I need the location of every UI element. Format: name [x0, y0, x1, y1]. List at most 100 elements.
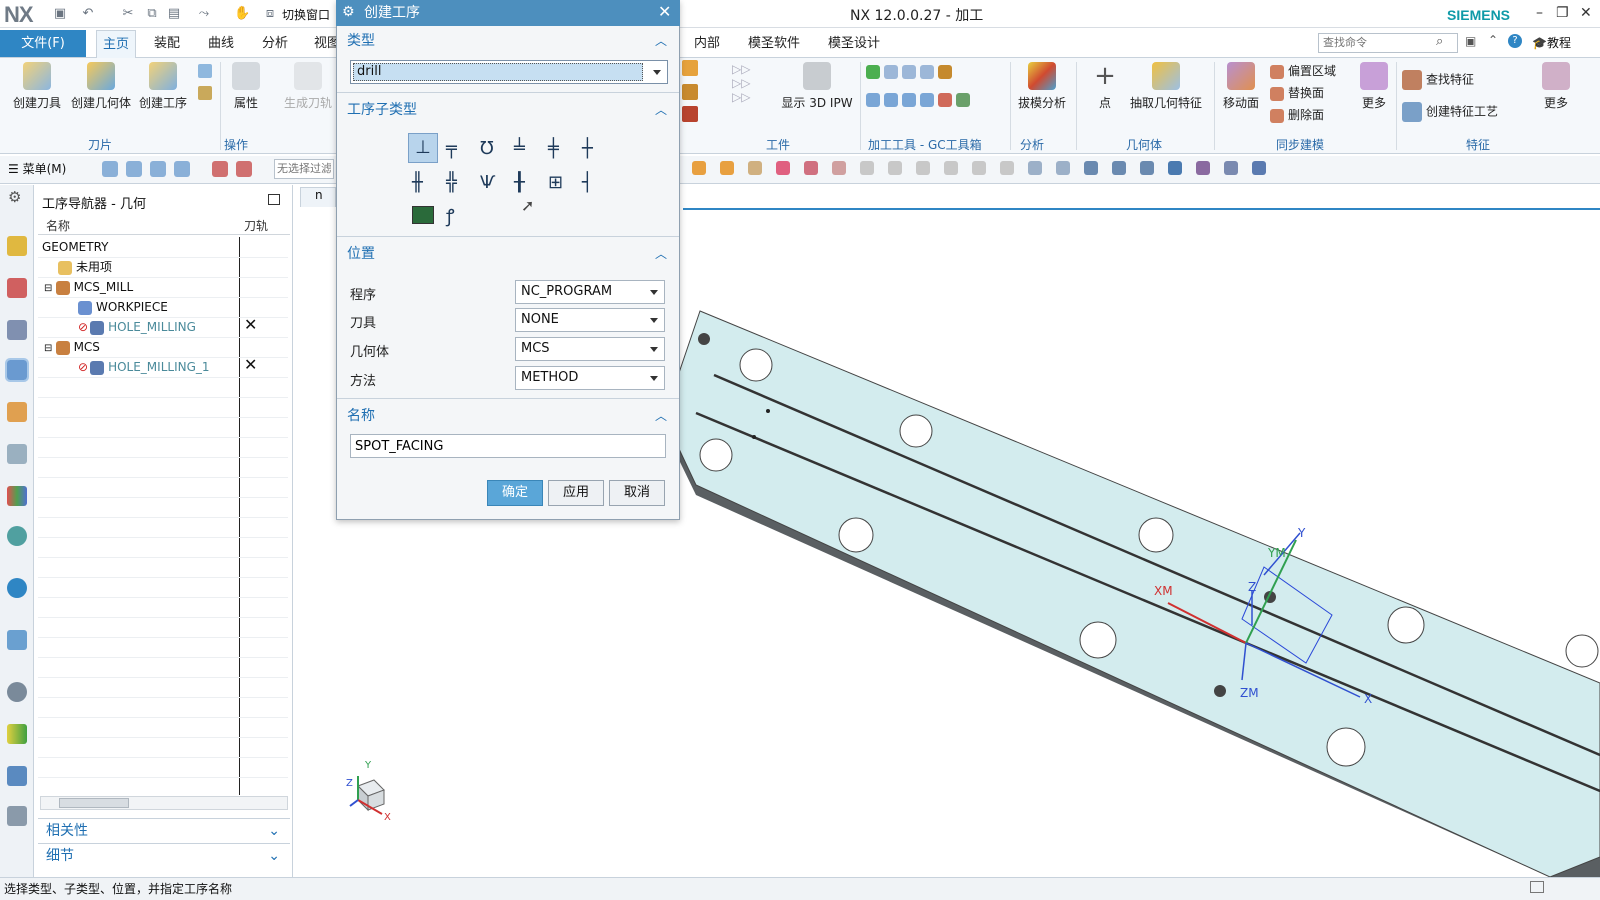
menu-button[interactable]: ☰ 菜单(M) [8, 160, 66, 177]
dialog-close-icon[interactable]: ✕ [658, 2, 671, 21]
program-select[interactable]: NC_PROGRAM [515, 280, 665, 304]
location-section-header[interactable]: 位置 ︿ [341, 242, 675, 266]
reaming-icon[interactable]: ╫ [412, 172, 423, 193]
verify-path-icons[interactable]: ▷▷ ▷▷ ▷▷ [732, 62, 772, 118]
view-geometry-icon[interactable] [150, 161, 166, 177]
create-operation-button[interactable]: 创建工序 [136, 62, 190, 111]
hd3d-tools-icon[interactable] [7, 526, 27, 546]
system-materials-icon[interactable] [7, 724, 27, 744]
view-operation-icon[interactable] [212, 161, 228, 177]
undo-icon[interactable]: ↶ [80, 6, 96, 22]
more-feature-button[interactable]: 更多 [1538, 62, 1574, 111]
more-sync-button[interactable]: 更多 [1356, 62, 1392, 111]
point-button[interactable]: + 点 [1090, 62, 1120, 111]
hole-milling-icon[interactable]: ⊞ [548, 172, 563, 193]
view-program-order-icon[interactable] [102, 161, 118, 177]
path-icon[interactable] [682, 106, 698, 122]
horizontal-scrollbar[interactable] [40, 796, 288, 810]
minimize-icon[interactable]: – [1536, 5, 1543, 21]
touch-mode-icon[interactable]: ✋ [234, 6, 250, 22]
create-method-icon[interactable] [198, 86, 212, 100]
machine-navigator-icon[interactable] [7, 402, 27, 422]
subtype-section-header[interactable]: 工序子类型 ︿ [341, 98, 675, 122]
tool-select[interactable]: NONE [515, 308, 665, 332]
tree-row-mcs[interactable]: ⊟ MCS [38, 337, 290, 357]
machining-feature-icon[interactable] [7, 444, 27, 464]
maximize-panel-icon[interactable] [268, 194, 280, 205]
find-feature-button[interactable]: 查找特征 [1402, 70, 1474, 90]
name-section-header[interactable]: 名称 ︿ [341, 404, 675, 428]
offset-region-button[interactable]: 偏置区域 [1270, 62, 1336, 79]
geometry-select[interactable]: MCS [515, 337, 665, 361]
drilling-icon[interactable]: Ʊ [480, 138, 494, 159]
delete-face-button[interactable]: 删除面 [1270, 106, 1324, 123]
thread-milling-icon[interactable]: ┤ [582, 172, 593, 193]
move-face-button[interactable]: 移动面 [1218, 62, 1264, 111]
copy-icon[interactable]: ⧉ [144, 6, 160, 22]
tab-internal[interactable]: 内部 [688, 30, 726, 58]
fullscreen-toggle-icon[interactable] [1530, 881, 1544, 893]
type-select[interactable]: drill [350, 60, 668, 84]
method-select[interactable]: METHOD [515, 366, 665, 390]
show-3d-ipw-button[interactable]: 显示 3D IPW [780, 62, 854, 111]
tab-file[interactable]: 文件(F) [0, 30, 86, 57]
properties-button[interactable]: 属性 [226, 62, 266, 111]
collapse-ribbon-icon[interactable]: ⌃ [1488, 33, 1498, 47]
view-toolbar-icons[interactable] [664, 161, 1344, 177]
create-geometry-button[interactable]: 创建几何体 [68, 62, 134, 111]
gc-toolbox-icons[interactable] [866, 64, 1006, 124]
user-defined-icon[interactable]: ꝭ [446, 204, 455, 228]
peck-drilling-icon[interactable]: ╧ [514, 138, 525, 159]
tab-analysis[interactable]: 分析 [256, 30, 294, 58]
restore-icon[interactable]: ❐ [1556, 5, 1569, 21]
column-path-header[interactable]: 刀轨 [244, 217, 268, 234]
assembly-navigator-icon[interactable] [7, 236, 27, 256]
tab-curve[interactable]: 曲线 [202, 30, 240, 58]
cutter-icon[interactable] [682, 84, 698, 100]
ok-button[interactable]: 确定 [487, 480, 543, 506]
settings-gear-icon[interactable]: ⚙ [8, 188, 21, 206]
type-section-header[interactable]: 类型 ︿ [341, 29, 675, 53]
draft-analysis-button[interactable]: 拔模分析 [1014, 62, 1070, 111]
workpiece-tool-icon[interactable] [682, 60, 698, 76]
tab-assembly[interactable]: 装配 [148, 30, 186, 58]
tree-row-mcs-mill[interactable]: ⊟ MCS_MILL [38, 277, 290, 297]
switch-window-icon[interactable]: ⧈ [262, 6, 278, 22]
create-feature-process-button[interactable]: 创建特征工艺 [1402, 102, 1498, 122]
history-icon[interactable] [7, 630, 27, 650]
close-window-icon[interactable]: ✕ [1580, 5, 1592, 21]
tutorial-link[interactable]: 🎓教程 [1532, 34, 1571, 51]
repeat-command-icon[interactable]: ⤳ [196, 6, 212, 22]
view-machine-tool-icon[interactable] [126, 161, 142, 177]
details-panel-header[interactable]: 细节 ⌄ [38, 843, 290, 867]
process-studio-icon[interactable] [7, 766, 27, 786]
create-tool-button[interactable]: 创建刀具 [10, 62, 64, 111]
breakchip-drilling-icon[interactable]: ╪ [548, 138, 559, 159]
help-icon[interactable]: ? [1508, 34, 1522, 48]
selection-filter-input[interactable] [274, 159, 334, 179]
tree-row-unused[interactable]: 未用项 [38, 257, 290, 277]
column-name-header[interactable]: 名称 [46, 217, 70, 234]
counterboring-icon[interactable]: ╬ [446, 172, 457, 193]
related-panel-header[interactable]: 相关性 ⌄ [38, 818, 290, 842]
scrollbar-thumb[interactable] [59, 798, 129, 808]
search-icon[interactable]: ⌕ [1436, 34, 1443, 49]
roles-icon[interactable] [7, 806, 27, 826]
create-program-icon[interactable] [198, 64, 212, 78]
view-method-icon[interactable] [174, 161, 190, 177]
extract-geometry-button[interactable]: 抽取几何特征 [1126, 62, 1206, 111]
part-navigator-icon[interactable] [7, 320, 27, 340]
tree-row-geometry[interactable]: GEOMETRY [38, 237, 290, 257]
replace-face-button[interactable]: 替换面 [1270, 84, 1324, 101]
fullscreen-icon[interactable]: ▣ [1465, 34, 1476, 48]
generate-path-button[interactable]: 生成刀轨 [282, 62, 334, 111]
cancel-button[interactable]: 取消 [609, 480, 665, 506]
paste-icon[interactable]: ▤ [166, 6, 182, 22]
tree-row-workpiece[interactable]: WORKPIECE [38, 297, 290, 317]
cut-icon[interactable]: ✂ [120, 6, 136, 22]
reuse-library-icon[interactable] [7, 486, 27, 506]
mill-control-icon[interactable] [412, 206, 434, 224]
constraint-navigator-icon[interactable] [7, 278, 27, 298]
tapping-icon[interactable]: ╂ [514, 172, 525, 193]
save-icon[interactable]: ▣ [52, 6, 68, 22]
